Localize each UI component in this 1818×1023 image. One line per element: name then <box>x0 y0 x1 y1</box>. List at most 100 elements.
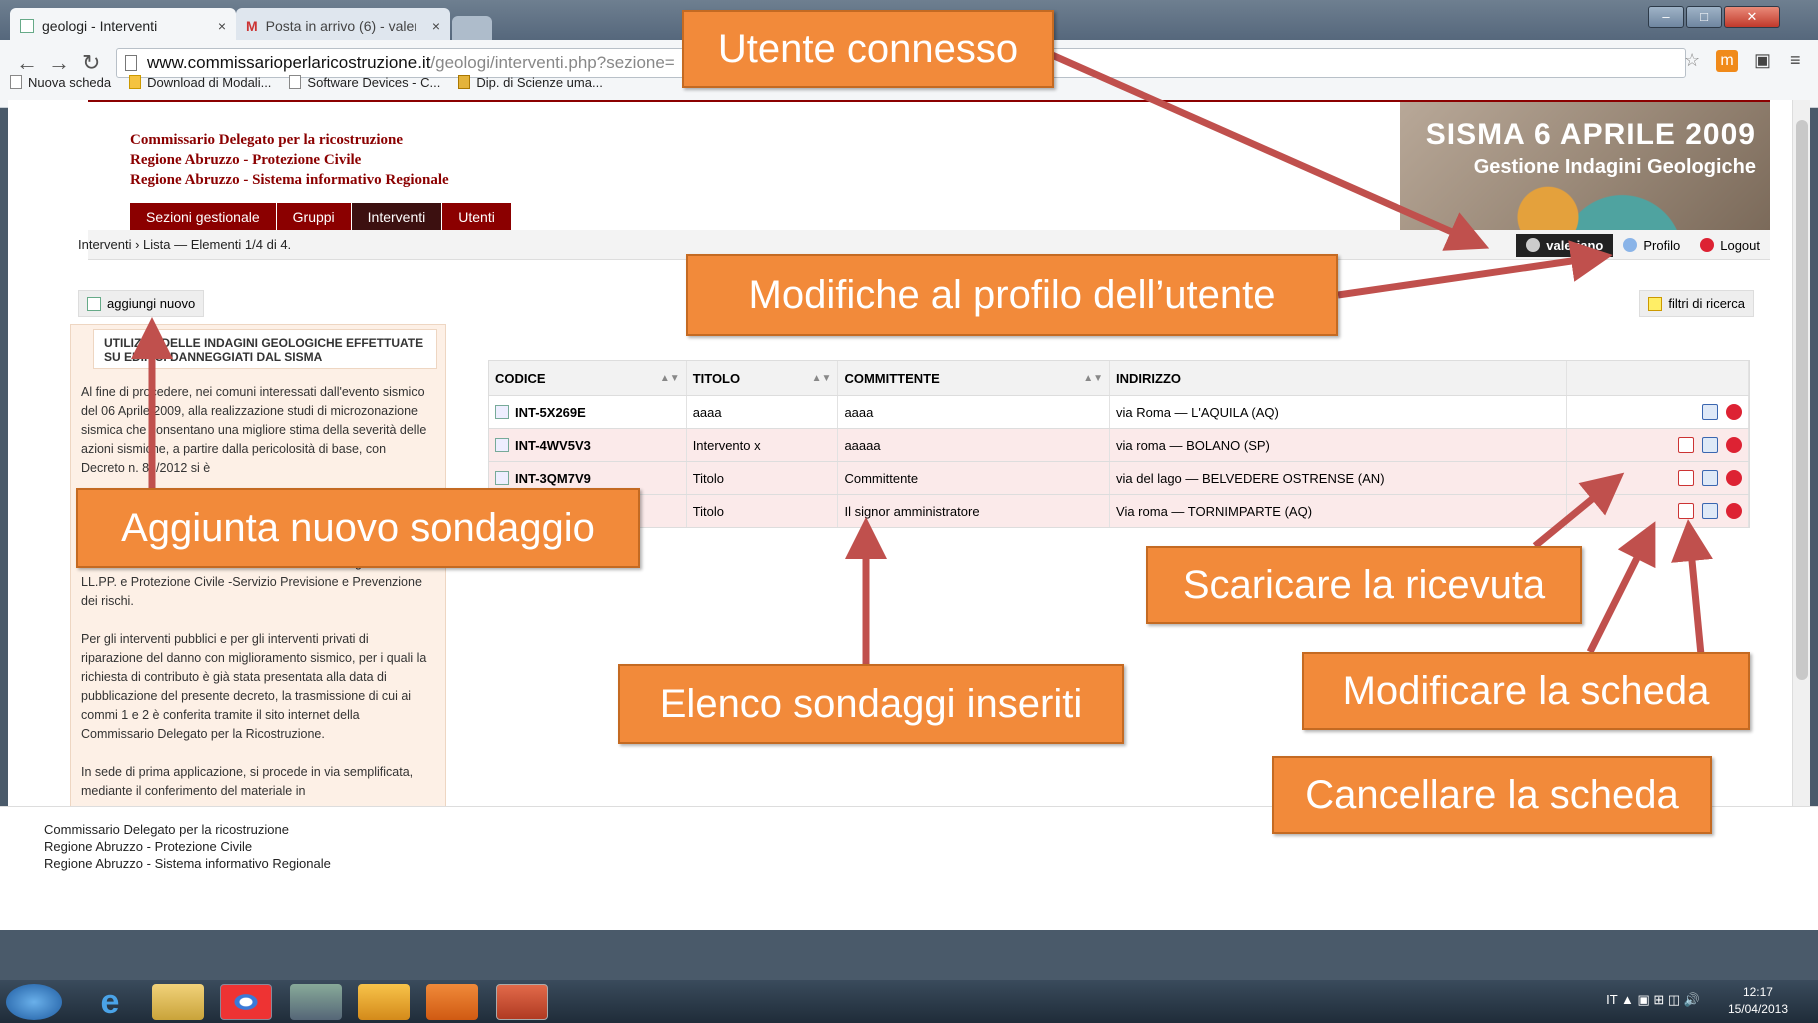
logout-icon <box>1700 238 1715 252</box>
sort-icon: ▲▼ <box>811 372 832 384</box>
table-row[interactable]: INT-4WV5V3 Intervento x aaaaa via roma —… <box>489 428 1749 461</box>
table-row[interactable]: INT-3QM7V9 Titolo Committente via del la… <box>489 461 1749 494</box>
screen: geologi - Interventi × M Posta in arrivo… <box>0 0 1818 1023</box>
delete-icon[interactable] <box>1725 503 1742 519</box>
sidebar-paragraph: Al fine di procedere, nei comuni interes… <box>81 385 427 475</box>
ie-icon[interactable]: e <box>84 984 136 1020</box>
pdf-receipt-icon[interactable] <box>1677 470 1694 486</box>
menu-interventi[interactable]: Interventi <box>351 203 443 231</box>
chrome-icon[interactable] <box>220 984 272 1020</box>
menu-utenti[interactable]: Utenti <box>442 203 512 231</box>
search-filters-button[interactable]: filtri di ricerca <box>1639 290 1754 317</box>
window-controls: – □ ✕ <box>1648 6 1780 28</box>
media-icon[interactable] <box>426 984 478 1020</box>
org-header: Commissario Delegato per la ricostruzion… <box>130 130 449 190</box>
breadcrumb: Interventi › Lista — Elementi 1/4 di 4. <box>78 237 292 252</box>
user-badge: valeriano <box>1516 233 1614 257</box>
footer-line: Regione Abruzzo - Protezione Civile <box>44 839 253 854</box>
bookmark-item[interactable]: Software Devices - C... <box>289 75 440 90</box>
outlook-icon[interactable] <box>358 984 410 1020</box>
scrollbar[interactable] <box>1792 100 1810 906</box>
edit-icon[interactable] <box>1701 404 1718 420</box>
maximize-icon[interactable]: □ <box>1686 6 1722 28</box>
doc-icon <box>495 405 509 419</box>
sidebar-paragraph: In sede di prima applicazione, si proced… <box>81 765 414 798</box>
cell-indirizzo: Via roma — TORNIMPARTE (AQ) <box>1110 495 1568 527</box>
pdf-receipt-icon[interactable] <box>1677 503 1694 519</box>
cell-indirizzo: via Roma — L'AQUILA (AQ) <box>1110 396 1568 428</box>
sort-icon: ▲▼ <box>1083 372 1104 384</box>
app-icon[interactable] <box>290 984 342 1020</box>
menu-gruppi[interactable]: Gruppi <box>276 203 352 231</box>
cell-titolo: aaaa <box>687 396 839 428</box>
sidebar-paragraph: Per gli interventi pubblici e per gli in… <box>81 632 427 741</box>
col-actions <box>1567 361 1749 395</box>
user-icon <box>1526 238 1541 252</box>
org-line: Regione Abruzzo - Protezione Civile <box>130 152 362 168</box>
minimize-icon[interactable]: – <box>1648 6 1684 28</box>
bookmark-item[interactable]: Nuova scheda <box>10 75 111 90</box>
col-committente[interactable]: COMMITTENTE ▲▼ <box>838 361 1111 395</box>
callout-add-survey: Aggiunta nuovo sondaggio <box>76 488 640 568</box>
callout-list: Elenco sondaggi inseriti <box>618 664 1124 744</box>
delete-icon[interactable] <box>1725 470 1742 486</box>
clock-date: 15/04/2013 <box>1727 1002 1788 1016</box>
edit-icon[interactable] <box>1701 470 1718 486</box>
cell-committente: aaaa <box>838 396 1111 428</box>
edit-icon[interactable] <box>1701 437 1718 453</box>
col-titolo[interactable]: TITOLO ▲▼ <box>687 361 839 395</box>
folder-icon[interactable] <box>152 984 204 1020</box>
scrollbar-thumb[interactable] <box>1796 120 1808 680</box>
delete-icon[interactable] <box>1725 404 1742 420</box>
logout-link[interactable]: Logout <box>1690 238 1770 253</box>
bookmark-item[interactable]: Download di Modali... <box>129 75 271 90</box>
close-icon[interactable]: × <box>432 18 440 34</box>
table-row[interactable]: INT-5X269E aaaa aaaa via Roma — L'AQUILA… <box>489 395 1749 428</box>
delete-icon[interactable] <box>1725 437 1742 453</box>
tab-geologi[interactable]: geologi - Interventi × <box>10 8 236 44</box>
tab-gmail[interactable]: M Posta in arrivo (6) - valeria × <box>236 8 450 44</box>
add-label: aggiungi nuovo <box>107 296 196 311</box>
cell-codice: INT-3QM7V9 <box>515 470 591 486</box>
banner-subtitle: Gestione Indagini Geologiche <box>1473 156 1756 178</box>
callout-delete: Cancellare la scheda <box>1272 756 1712 834</box>
bookmark-item[interactable]: Dip. di Scienze uma... <box>458 75 603 90</box>
clock[interactable]: 12:17 15/04/2013 <box>1728 984 1788 1018</box>
cell-committente: aaaaa <box>838 429 1111 461</box>
cell-indirizzo: via roma — BOLANO (SP) <box>1110 429 1568 461</box>
profile-link[interactable]: Profilo <box>1613 238 1690 253</box>
close-window-icon[interactable]: ✕ <box>1724 6 1780 28</box>
cell-indirizzo: via del lago — BELVEDERE OSTRENSE (AN) <box>1110 462 1568 494</box>
tab-label: Posta in arrivo (6) - valeria <box>265 18 416 34</box>
extension-icon[interactable]: m <box>1716 50 1738 72</box>
add-new-button[interactable]: aggiungi nuovo <box>78 290 205 317</box>
new-tab-button[interactable] <box>452 16 492 40</box>
col-codice[interactable]: CODICE ▲▼ <box>489 361 687 395</box>
org-line: Commissario Delegato per la ricostruzion… <box>130 132 403 148</box>
clock-time: 12:17 <box>1742 985 1773 999</box>
banner-title: SISMA 6 APRILE 2009 <box>1425 118 1756 151</box>
col-indirizzo[interactable]: INDIRIZZO <box>1110 361 1568 395</box>
sort-icon: ▲▼ <box>659 372 680 384</box>
start-button-icon[interactable] <box>6 984 62 1020</box>
table-row[interactable]: Titolo Il signor amministratore Via roma… <box>489 494 1749 527</box>
pdf-receipt-icon[interactable] <box>1677 437 1694 453</box>
cell-codice: INT-4WV5V3 <box>515 437 591 453</box>
edit-icon[interactable] <box>1701 503 1718 519</box>
doc-icon <box>495 438 509 452</box>
tab-label: geologi - Interventi <box>42 18 158 34</box>
powerpoint-icon[interactable] <box>496 984 548 1020</box>
profile-label: Profilo <box>1643 237 1681 253</box>
doc-icon <box>495 471 509 485</box>
menu-icon[interactable]: ≡ <box>1790 50 1801 71</box>
callout-user-connected: Utente connesso <box>682 10 1054 88</box>
language-indicator[interactable]: IT <box>1606 992 1617 1007</box>
cell-titolo: Titolo <box>687 495 839 527</box>
extension2-icon[interactable]: ▣ <box>1754 50 1771 71</box>
menu-sezioni[interactable]: Sezioni gestionale <box>130 203 277 231</box>
logout-label: Logout <box>1720 237 1760 253</box>
footer-text: Commissario Delegato per la ricostruzion… <box>44 821 331 872</box>
star-icon[interactable]: ☆ <box>1684 50 1700 71</box>
close-icon[interactable]: × <box>218 18 226 34</box>
sidebar-title: UTILIZZO DELLE INDAGINI GEOLOGICHE EFFET… <box>93 329 437 369</box>
